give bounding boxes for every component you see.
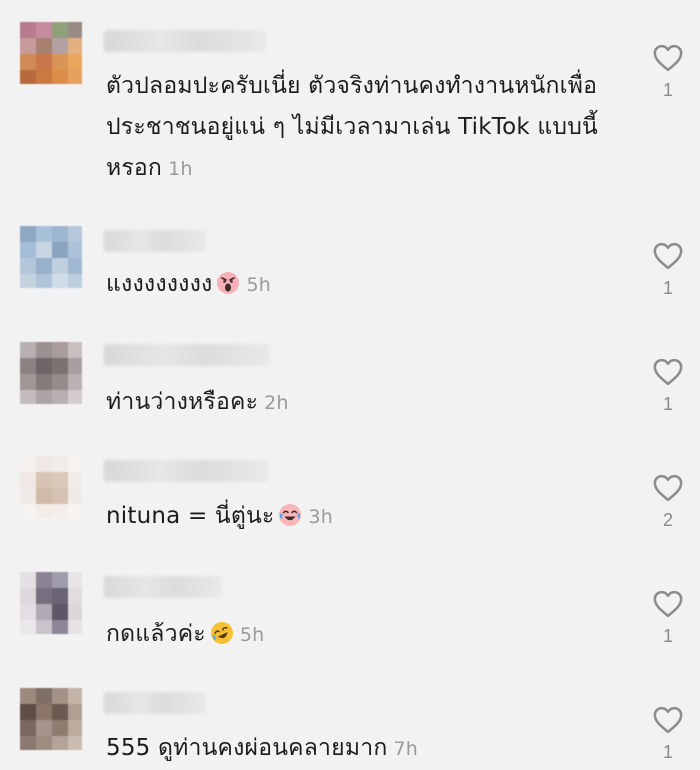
username-redacted[interactable] (104, 576, 222, 598)
heart-icon[interactable] (653, 474, 683, 502)
like-button[interactable]: 1 (648, 358, 688, 415)
comment-timestamp: 1h (168, 158, 193, 180)
rolling-on-floor-laughing-icon (210, 622, 233, 644)
like-button[interactable]: 2 (648, 474, 688, 531)
username-redacted[interactable] (104, 344, 270, 366)
comment-timestamp: 3h (308, 506, 333, 528)
like-button[interactable]: 1 (648, 242, 688, 299)
like-count: 1 (662, 742, 673, 762)
heart-icon[interactable] (653, 44, 683, 72)
screaming-face-icon (217, 272, 240, 294)
like-count: 1 (662, 80, 673, 100)
like-count: 1 (662, 278, 673, 298)
like-count: 1 (662, 394, 673, 414)
username-redacted[interactable] (104, 30, 266, 52)
heart-icon[interactable] (653, 358, 683, 386)
comment-text: 555 ดูท่านคงผ่อนคลายมาก 7h (106, 728, 606, 770)
avatar[interactable] (20, 342, 82, 404)
heart-icon[interactable] (653, 590, 683, 618)
comment-text: แงงงงงงงง 5h (106, 264, 606, 306)
username-redacted[interactable] (104, 692, 206, 714)
comment-timestamp: 5h (239, 624, 265, 646)
like-count: 1 (662, 626, 673, 646)
username-redacted[interactable] (104, 230, 206, 252)
face-with-tears-of-joy-icon (279, 504, 302, 526)
comment-body: 555 ดูท่านคงผ่อนคลายมาก (106, 735, 388, 761)
comment-text: กดแล้วค่ะ 5h (106, 614, 606, 656)
like-button[interactable]: 1 (648, 706, 688, 763)
comment-timestamp: 2h (264, 392, 289, 414)
username-redacted[interactable] (104, 460, 268, 482)
avatar[interactable] (20, 456, 82, 518)
like-count: 2 (662, 510, 673, 530)
comment-body: แงงงงงงงง (106, 271, 213, 297)
comment-text: nituna = นี่ตู่นะ 3h (106, 496, 606, 538)
like-button[interactable]: 1 (648, 590, 688, 647)
avatar[interactable] (20, 226, 82, 288)
heart-icon[interactable] (653, 242, 683, 270)
comment-body: กดแล้วค่ะ (106, 621, 206, 647)
avatar[interactable] (20, 22, 82, 84)
comment-list: ตัวปลอมปะครับเนี่ย ตัวจริงท่านคงทำงานหนั… (0, 0, 700, 768)
like-button[interactable]: 1 (648, 44, 688, 101)
avatar[interactable] (20, 688, 82, 750)
comment-text: ตัวปลอมปะครับเนี่ย ตัวจริงท่านคงทำงานหนั… (106, 66, 616, 190)
comment-body: nituna = นี่ตู่นะ (106, 503, 275, 529)
comment-timestamp: 5h (246, 274, 271, 296)
avatar[interactable] (20, 572, 82, 634)
heart-icon[interactable] (653, 706, 683, 734)
comment-body: ท่านว่างหรือคะ (106, 389, 259, 415)
comment-text: ท่านว่างหรือคะ 2h (106, 382, 606, 424)
comment-timestamp: 7h (393, 738, 418, 760)
